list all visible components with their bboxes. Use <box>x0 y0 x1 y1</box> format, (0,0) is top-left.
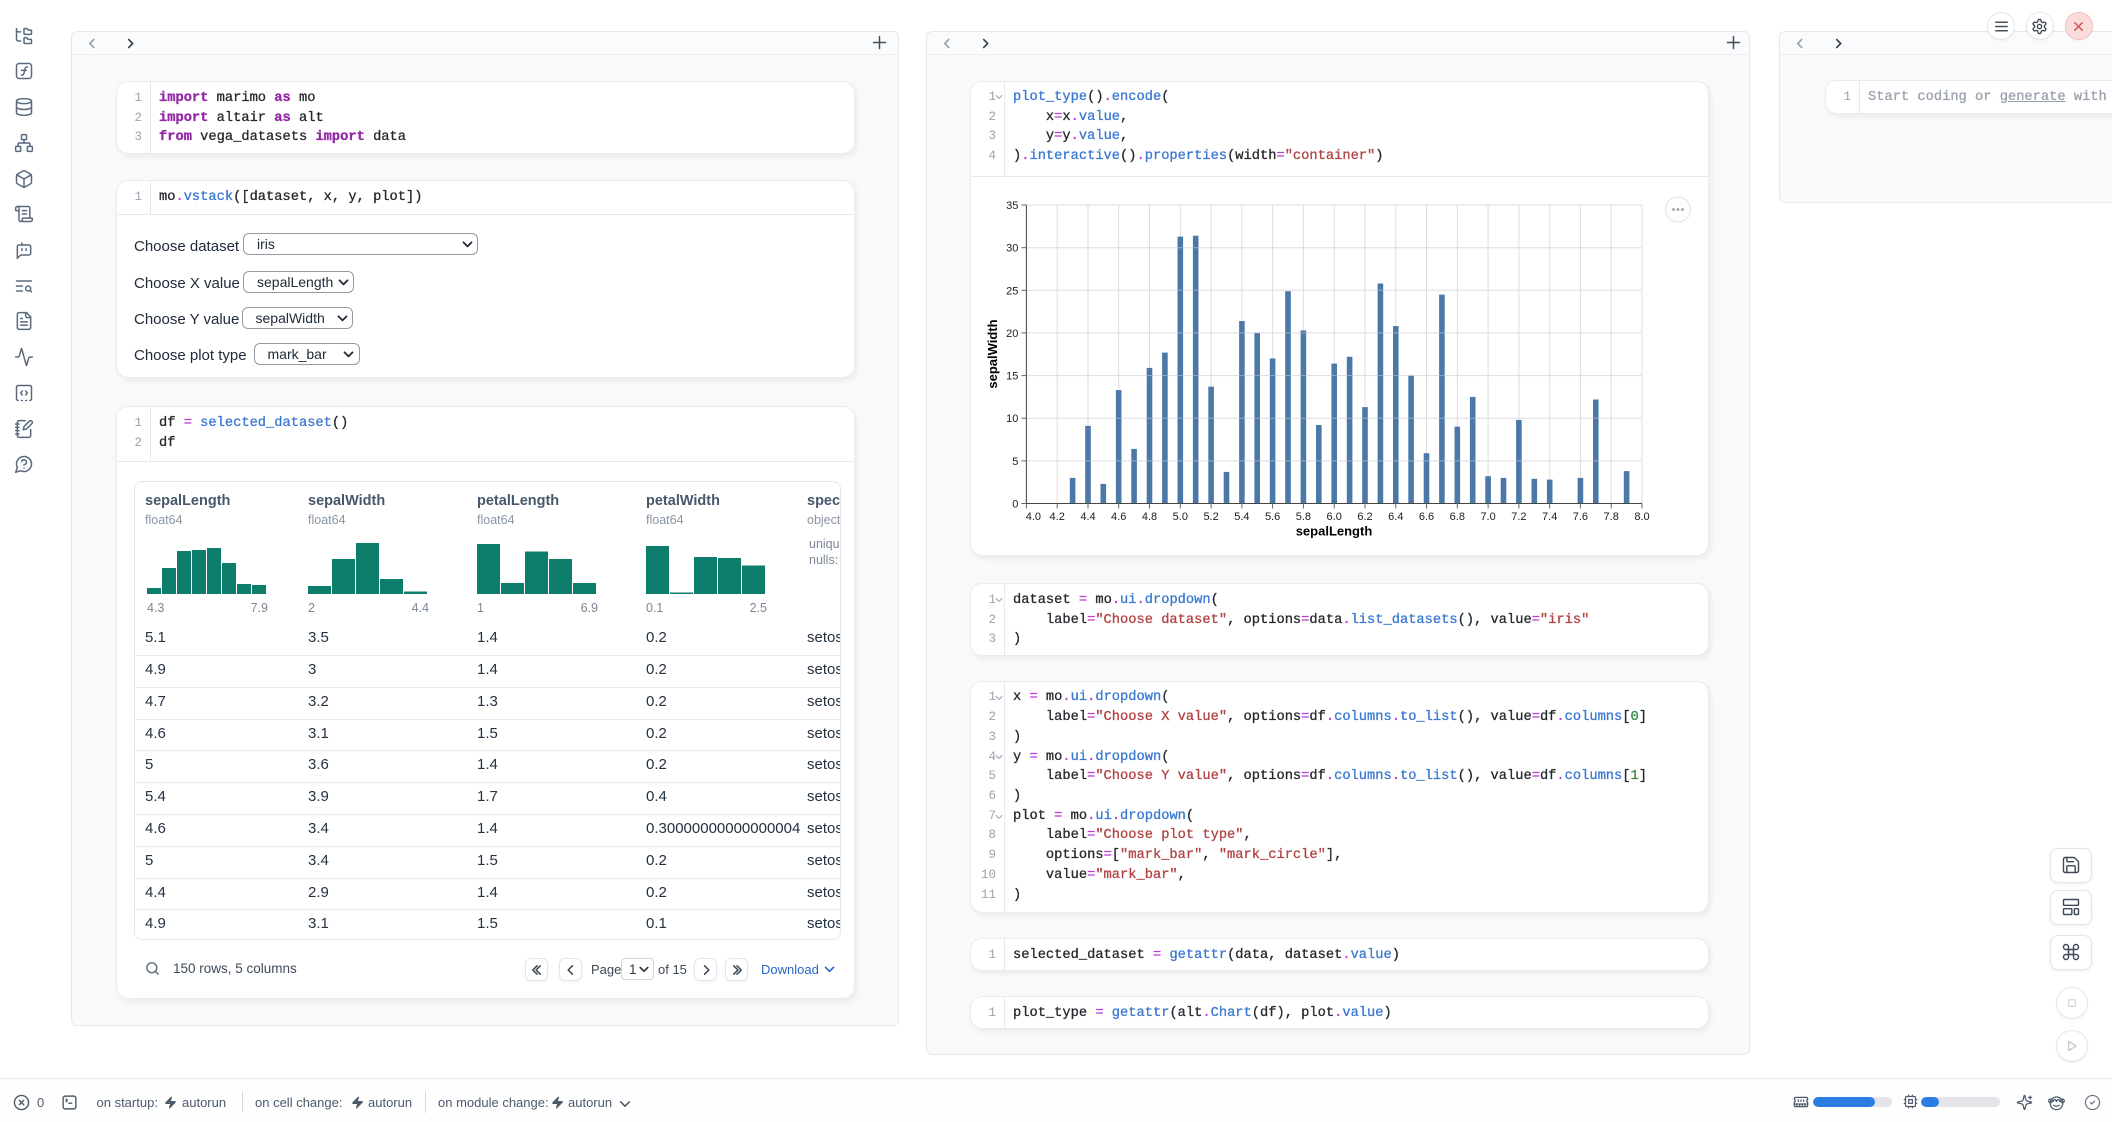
svg-text:10: 10 <box>1006 413 1018 425</box>
svg-text:sepalWidth: sepalWidth <box>985 319 1000 388</box>
svg-text:5.0: 5.0 <box>1173 511 1188 523</box>
svg-text:7.2: 7.2 <box>1511 511 1526 523</box>
svg-text:5.8: 5.8 <box>1296 511 1311 523</box>
svg-text:4.4: 4.4 <box>1080 511 1095 523</box>
svg-text:30: 30 <box>1006 242 1018 254</box>
svg-text:7.8: 7.8 <box>1604 511 1619 523</box>
svg-text:7.4: 7.4 <box>1542 511 1557 523</box>
svg-text:35: 35 <box>1006 200 1018 212</box>
svg-text:4.2: 4.2 <box>1050 511 1065 523</box>
svg-text:20: 20 <box>1006 327 1018 339</box>
svg-text:5.6: 5.6 <box>1265 511 1280 523</box>
svg-text:6.2: 6.2 <box>1357 511 1372 523</box>
svg-text:4.8: 4.8 <box>1142 511 1157 523</box>
svg-text:4.6: 4.6 <box>1111 511 1126 523</box>
svg-text:sepalLength: sepalLength <box>1296 523 1373 538</box>
svg-text:8.0: 8.0 <box>1634 511 1649 523</box>
svg-text:7.0: 7.0 <box>1480 511 1495 523</box>
svg-text:6.4: 6.4 <box>1388 511 1403 523</box>
svg-text:6.6: 6.6 <box>1419 511 1434 523</box>
svg-text:0: 0 <box>1012 498 1018 510</box>
svg-text:25: 25 <box>1006 285 1018 297</box>
svg-text:6.8: 6.8 <box>1450 511 1465 523</box>
svg-text:15: 15 <box>1006 370 1018 382</box>
svg-text:5: 5 <box>1012 455 1018 467</box>
svg-text:6.0: 6.0 <box>1327 511 1342 523</box>
svg-text:7.6: 7.6 <box>1573 511 1588 523</box>
svg-text:5.2: 5.2 <box>1203 511 1218 523</box>
svg-text:4.0: 4.0 <box>1026 511 1041 523</box>
svg-text:5.4: 5.4 <box>1234 511 1249 523</box>
